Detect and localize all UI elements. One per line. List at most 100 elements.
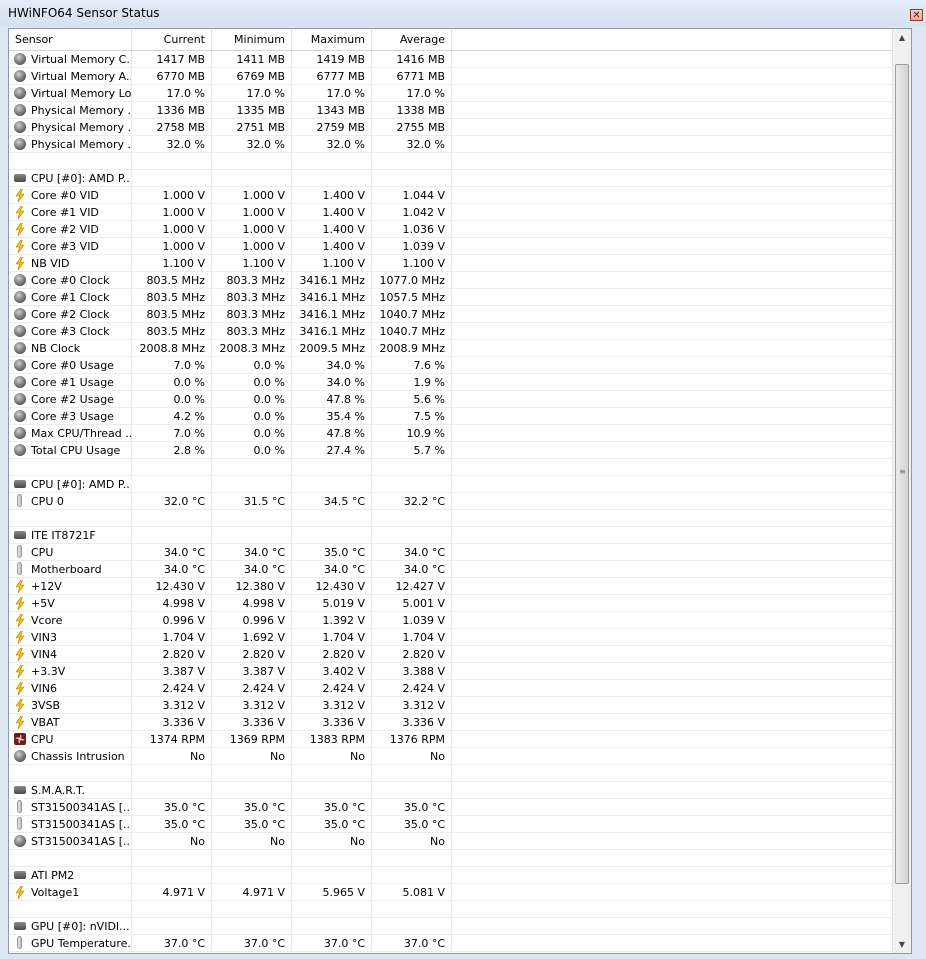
chip-icon [14, 786, 26, 794]
sensor-name-cell: Core #1 Clock [9, 289, 132, 305]
sensor-row[interactable]: Motherboard 34.0 °C 34.0 °C 34.0 °C 34.0 °C [9, 561, 893, 578]
sensor-row[interactable]: CPU 34.0 °C 34.0 °C 35.0 °C 34.0 °C [9, 544, 893, 561]
sensor-row[interactable]: Core #0 VID 1.000 V 1.000 V 1.400 V 1.044 V [9, 187, 893, 204]
sensor-row[interactable]: CPU 1374 RPM 1369 RPM 1383 RPM 1376 RPM [9, 731, 893, 748]
sensor-name: Voltage1 [31, 886, 80, 899]
current-value: 1.704 V [132, 629, 212, 645]
minimum-value: 1.000 V [212, 204, 292, 220]
sensor-name-cell: Physical Memory ... [9, 136, 132, 152]
column-header-average[interactable]: Average [372, 29, 452, 50]
sensor-row[interactable]: Virtual Memory Load17.0 %17.0 %17.0 %17.… [9, 85, 893, 102]
sensor-row[interactable]: +3.3V 3.387 V 3.387 V 3.402 V 3.388 V [9, 663, 893, 680]
maximum-value: 1.400 V [292, 238, 372, 254]
average-value: 5.001 V [372, 595, 452, 611]
sensor-row[interactable]: ST31500341AS [... No No No No [9, 833, 893, 850]
sensor-row[interactable]: ST31500341AS [... 35.0 °C 35.0 °C 35.0 °C 35… [9, 816, 893, 833]
sensor-row[interactable]: Physical Memory ... 32.0 % 32.0 % 32.0 % 32.… [9, 136, 893, 153]
sensor-row[interactable]: Total CPU Usage 2.8 % 0.0 % 27.4 % 5.7 % [9, 442, 893, 459]
bolt-icon [15, 222, 25, 237]
scrollbar-thumb[interactable]: ≡ [895, 64, 909, 884]
sensor-name: 3VSB [31, 699, 61, 712]
sensor-row[interactable]: 3VSB 3.312 V 3.312 V 3.312 V 3.312 V [9, 697, 893, 714]
sensor-row[interactable]: Virtual Memory C... 1417 MB 1411 MB 1419 MB… [9, 51, 893, 68]
sensor-row[interactable]: Physical Memory ... 2758 MB 2751 MB 2759 MB… [9, 119, 893, 136]
scroll-up-arrow-icon[interactable]: ▲ [893, 29, 911, 46]
sensor-row[interactable]: +12V 12.430 V 12.380 V 12.430 V 12.427 V [9, 578, 893, 595]
sensor-row[interactable]: Core #2 VID 1.000 V 1.000 V 1.400 V 1.036 V [9, 221, 893, 238]
vertical-scrollbar[interactable]: ▲ ≡ ▼ [892, 29, 911, 953]
sensor-group-row[interactable]: GPU [#0]: nVIDI... [9, 918, 893, 935]
sensor-row[interactable]: Core #2 Clock 803.5 MHz 803.3 MHz 3416.1 MH… [9, 306, 893, 323]
average-value: 5.6 % [372, 391, 452, 407]
sensor-name: CPU 0 [31, 495, 64, 508]
sensor-row[interactable]: Virtual Memory A... 6770 MB 6769 MB 6777 MB… [9, 68, 893, 85]
sensor-name-cell: Physical Memory ... [9, 102, 132, 118]
sensor-row[interactable]: Core #1 Clock 803.5 MHz 803.3 MHz 3416.1 MH… [9, 289, 893, 306]
sensor-row[interactable]: Core #0 Usage 7.0 % 0.0 % 34.0 % 7.6 % [9, 357, 893, 374]
column-header-sensor[interactable]: Sensor [9, 29, 132, 50]
sensor-name: ST31500341AS [... [31, 801, 132, 814]
average-value: 1338 MB [372, 102, 452, 118]
minimum-value: 34.0 °C [212, 561, 292, 577]
sensor-row[interactable]: Core #2 Usage 0.0 % 0.0 % 47.8 % 5.6 % [9, 391, 893, 408]
sensor-row[interactable]: NB VID 1.100 V 1.100 V 1.100 V 1.100 V [9, 255, 893, 272]
sensor-row[interactable]: ST31500341AS [... 35.0 °C 35.0 °C 35.0 °C 35… [9, 799, 893, 816]
sensor-name-cell: ST31500341AS [... [9, 833, 132, 849]
sensor-row[interactable]: Voltage1 4.971 V 4.971 V 5.965 V 5.081 V [9, 884, 893, 901]
sensor-row[interactable]: +5V 4.998 V 4.998 V 5.019 V 5.001 V [9, 595, 893, 612]
sensor-row[interactable]: Core #0 Clock 803.5 MHz 803.3 MHz 3416.1 MH… [9, 272, 893, 289]
sensor-group-row[interactable]: S.M.A.R.T. [9, 782, 893, 799]
minimum-value: 1.100 V [212, 255, 292, 271]
current-value: 0.0 % [132, 374, 212, 390]
sensor-row[interactable]: VBAT 3.336 V 3.336 V 3.336 V 3.336 V [9, 714, 893, 731]
sensor-panel: Sensor Current Minimum Maximum Average V… [8, 28, 912, 954]
current-value: 1.000 V [132, 187, 212, 203]
sensor-group-row[interactable]: CPU [#0]: AMD P... [9, 170, 893, 187]
sensor-name: NB VID [31, 257, 70, 270]
minimum-value [212, 782, 292, 798]
minimum-value: 803.3 MHz [212, 289, 292, 305]
minimum-value: No [212, 748, 292, 764]
sensor-row[interactable]: Core #3 Clock 803.5 MHz 803.3 MHz 3416.1 MH… [9, 323, 893, 340]
average-value: 1057.5 MHz [372, 289, 452, 305]
sensor-row[interactable]: VIN4 2.820 V 2.820 V 2.820 V 2.820 V [9, 646, 893, 663]
empty-cell [372, 510, 452, 526]
average-value: 34.0 °C [372, 544, 452, 560]
sensor-group-row[interactable]: ITE IT8721F [9, 527, 893, 544]
sensor-name: VBAT [31, 716, 60, 729]
column-header-current[interactable]: Current [132, 29, 212, 50]
scroll-down-arrow-icon[interactable]: ▼ [893, 936, 911, 953]
sensor-row[interactable]: Core #3 Usage 4.2 % 0.0 % 35.4 % 7.5 % [9, 408, 893, 425]
sensor-row[interactable]: CPU 0 32.0 °C 31.5 °C 34.5 °C 32.2 °C [9, 493, 893, 510]
sensor-row[interactable]: Core #3 VID 1.000 V 1.000 V 1.400 V 1.039 V [9, 238, 893, 255]
sensor-name-cell: Max CPU/Thread ... [9, 425, 132, 441]
minimum-value: 35.0 °C [212, 816, 292, 832]
maximum-value: 35.0 °C [292, 544, 372, 560]
average-value: No [372, 748, 452, 764]
sensor-row[interactable]: Chassis Intrusion No No No No [9, 748, 893, 765]
sensor-row[interactable]: GPU Temperature... 37.0 °C 37.0 °C 37.0 °C 3… [9, 935, 893, 952]
title-bar[interactable]: HWiNFO64 Sensor Status ✕ [0, 0, 926, 26]
sensor-row[interactable]: VIN6 2.424 V 2.424 V 2.424 V 2.424 V [9, 680, 893, 697]
minimum-value: 4.971 V [212, 884, 292, 900]
average-value: 1.036 V [372, 221, 452, 237]
sensor-row[interactable]: Max CPU/Thread ... 7.0 % 0.0 % 47.8 % 10.9 % [9, 425, 893, 442]
sensor-row[interactable]: NB Clock 2008.8 MHz 2008.3 MHz 2009.5 MHz 20… [9, 340, 893, 357]
sensor-group-row[interactable]: CPU [#0]: AMD P... [9, 476, 893, 493]
close-button[interactable]: ✕ [910, 9, 923, 21]
sensor-row[interactable]: Core #1 VID 1.000 V 1.000 V 1.400 V 1.042 V [9, 204, 893, 221]
column-header-maximum[interactable]: Maximum [292, 29, 372, 50]
column-header-minimum[interactable]: Minimum [212, 29, 292, 50]
current-value: 6770 MB [132, 68, 212, 84]
average-value [372, 918, 452, 934]
sensor-row[interactable]: Vcore 0.996 V 0.996 V 1.392 V 1.039 V [9, 612, 893, 629]
sensor-row[interactable]: Core #1 Usage 0.0 % 0.0 % 34.0 % 1.9 % [9, 374, 893, 391]
minimum-value: 12.380 V [212, 578, 292, 594]
sensor-row[interactable]: VIN3 1.704 V 1.692 V 1.704 V 1.704 V [9, 629, 893, 646]
gauge-icon [14, 87, 26, 99]
sensor-group-row[interactable]: ATI PM2 [9, 867, 893, 884]
sensor-name: Core #3 Clock [31, 325, 110, 338]
window-title: HWiNFO64 Sensor Status [8, 6, 160, 20]
sensor-row[interactable]: Physical Memory ... 1336 MB 1335 MB 1343 MB… [9, 102, 893, 119]
gauge-icon [14, 325, 26, 337]
